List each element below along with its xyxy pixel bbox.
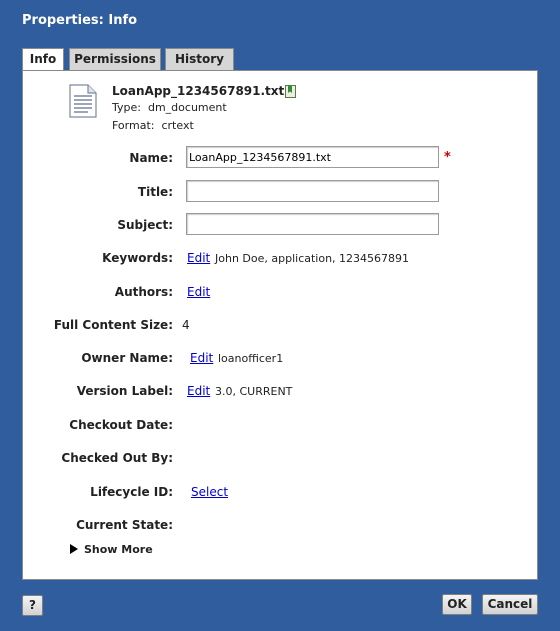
info-panel: LoanApp_1234567891.txt Type: dm_document… [22,70,538,580]
lifecycle-id-label: Lifecycle ID: [90,485,173,499]
owner-edit-link[interactable]: Edit [190,351,213,365]
bookmark-icon [285,85,296,98]
show-more-label: Show More [84,543,153,556]
owner-name-label: Owner Name: [81,351,173,365]
text-document-icon [69,84,97,118]
document-filename: LoanApp_1234567891.txt [112,84,285,98]
format-label: Format: [112,119,155,132]
content-size-label: Full Content Size: [53,318,173,332]
tab-history[interactable]: History [165,48,234,70]
ok-button[interactable]: OK [442,594,472,615]
subject-field[interactable] [186,213,439,235]
title-label: Title: [137,185,173,199]
version-edit-link[interactable]: Edit [187,384,210,398]
document-format: Format: crtext [112,119,194,132]
type-value: dm_document [147,101,227,114]
subject-label: Subject: [117,218,173,232]
keywords-value: John Doe, application, 1234567891 [215,252,410,265]
keywords-label: Keywords: [102,251,173,265]
tab-info[interactable]: Info [22,48,64,71]
checked-out-by-label: Checked Out By: [61,451,173,465]
format-value: crtext [161,119,194,132]
content-size-value: 4 [182,318,190,332]
keywords-edit-link[interactable]: Edit [187,251,210,265]
document-type: Type: dm_document [112,101,227,114]
required-marker: * [444,150,451,165]
name-label: Name: [129,151,173,165]
checkout-date-label: Checkout Date: [69,418,173,432]
triangle-right-icon [70,544,78,554]
window-title: Properties: Info [22,13,138,28]
authors-label: Authors: [114,285,173,299]
tab-permissions[interactable]: Permissions [69,48,161,70]
lifecycle-select-link[interactable]: Select [191,485,228,499]
title-field[interactable] [186,180,439,202]
authors-edit-link[interactable]: Edit [187,285,210,299]
version-label-label: Version Label: [76,384,173,398]
owner-name-value: loanofficer1 [218,352,284,365]
type-label: Type: [112,101,141,114]
version-label-value: 3.0, CURRENT [215,385,293,398]
window-titlebar: Properties: Info [0,0,560,44]
show-more-toggle[interactable]: Show More [70,543,153,556]
cancel-button[interactable]: Cancel [482,594,538,615]
name-field[interactable] [186,146,439,168]
current-state-label: Current State: [76,518,173,532]
help-button[interactable]: ? [22,595,43,616]
